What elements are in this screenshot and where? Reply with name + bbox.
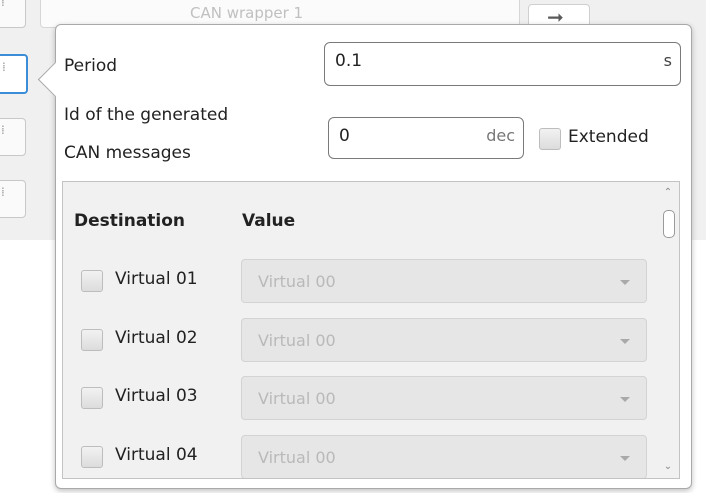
value-select-text-1: Virtual 00	[258, 272, 336, 291]
can-id-value: 0	[339, 126, 350, 146]
id-label-line1: Id of the generated	[64, 105, 229, 125]
destination-label-1: Virtual 01	[115, 269, 198, 289]
row-drag-handle[interactable]: ⁞	[0, 180, 26, 218]
period-label: Period	[64, 56, 118, 76]
value-select-3[interactable]: Virtual 00	[241, 376, 647, 420]
can-id-input[interactable]: 0 dec	[328, 117, 524, 159]
chevron-down-icon	[620, 339, 630, 344]
value-select-text-4: Virtual 00	[258, 448, 336, 467]
destination-checkbox-1[interactable]	[81, 270, 103, 292]
row-drag-handle[interactable]: ⁞	[0, 118, 26, 156]
grip-icon: ⁞	[1, 185, 5, 199]
destination-label-4: Virtual 04	[115, 445, 198, 465]
value-select-text-2: Virtual 00	[258, 331, 336, 350]
destination-checkbox-3[interactable]	[81, 387, 103, 409]
destination-label-2: Virtual 02	[115, 328, 198, 348]
row-drag-handle[interactable]: ⁞	[0, 0, 26, 28]
grip-icon: ⁞	[2, 60, 6, 74]
period-value: 0.1	[335, 51, 363, 71]
value-select-4[interactable]: Virtual 00	[241, 435, 647, 478]
value-header: Value	[242, 211, 296, 231]
destination-label-3: Virtual 03	[115, 386, 198, 406]
extended-label: Extended	[568, 127, 649, 147]
scroll-down-icon[interactable]: ⌄	[663, 462, 673, 472]
can-id-unit: dec	[486, 126, 515, 145]
value-select-1[interactable]: Virtual 00	[241, 259, 647, 303]
scrollbar-thumb[interactable]	[663, 210, 675, 238]
period-input[interactable]: 0.1 s	[324, 42, 681, 86]
grip-icon: ⁞	[1, 123, 5, 137]
vertical-scrollbar[interactable]: ⌃ ⌄	[659, 182, 677, 478]
chevron-down-icon	[620, 456, 630, 461]
scroll-up-icon[interactable]: ⌃	[663, 188, 673, 198]
destination-table[interactable]: Destination Value Virtual 01 Virtual 00 …	[62, 181, 680, 479]
destination-header: Destination	[74, 211, 186, 231]
value-select-2[interactable]: Virtual 00	[241, 318, 647, 362]
row-drag-handle-selected[interactable]: ⁞	[0, 54, 28, 94]
destination-checkbox-4[interactable]	[81, 446, 103, 468]
chevron-down-icon	[620, 280, 630, 285]
destination-checkbox-2[interactable]	[81, 329, 103, 351]
value-select-text-3: Virtual 00	[258, 389, 336, 408]
chevron-down-icon	[620, 397, 630, 402]
background-channel-label: CAN wrapper 1	[190, 4, 304, 22]
period-unit: s	[663, 51, 672, 70]
can-message-popup: Period 0.1 s Id of the generated CAN mes…	[37, 24, 692, 489]
id-label-line2: CAN messages	[64, 143, 191, 163]
extended-checkbox[interactable]	[539, 128, 561, 150]
grip-icon: ⁞	[1, 0, 5, 9]
